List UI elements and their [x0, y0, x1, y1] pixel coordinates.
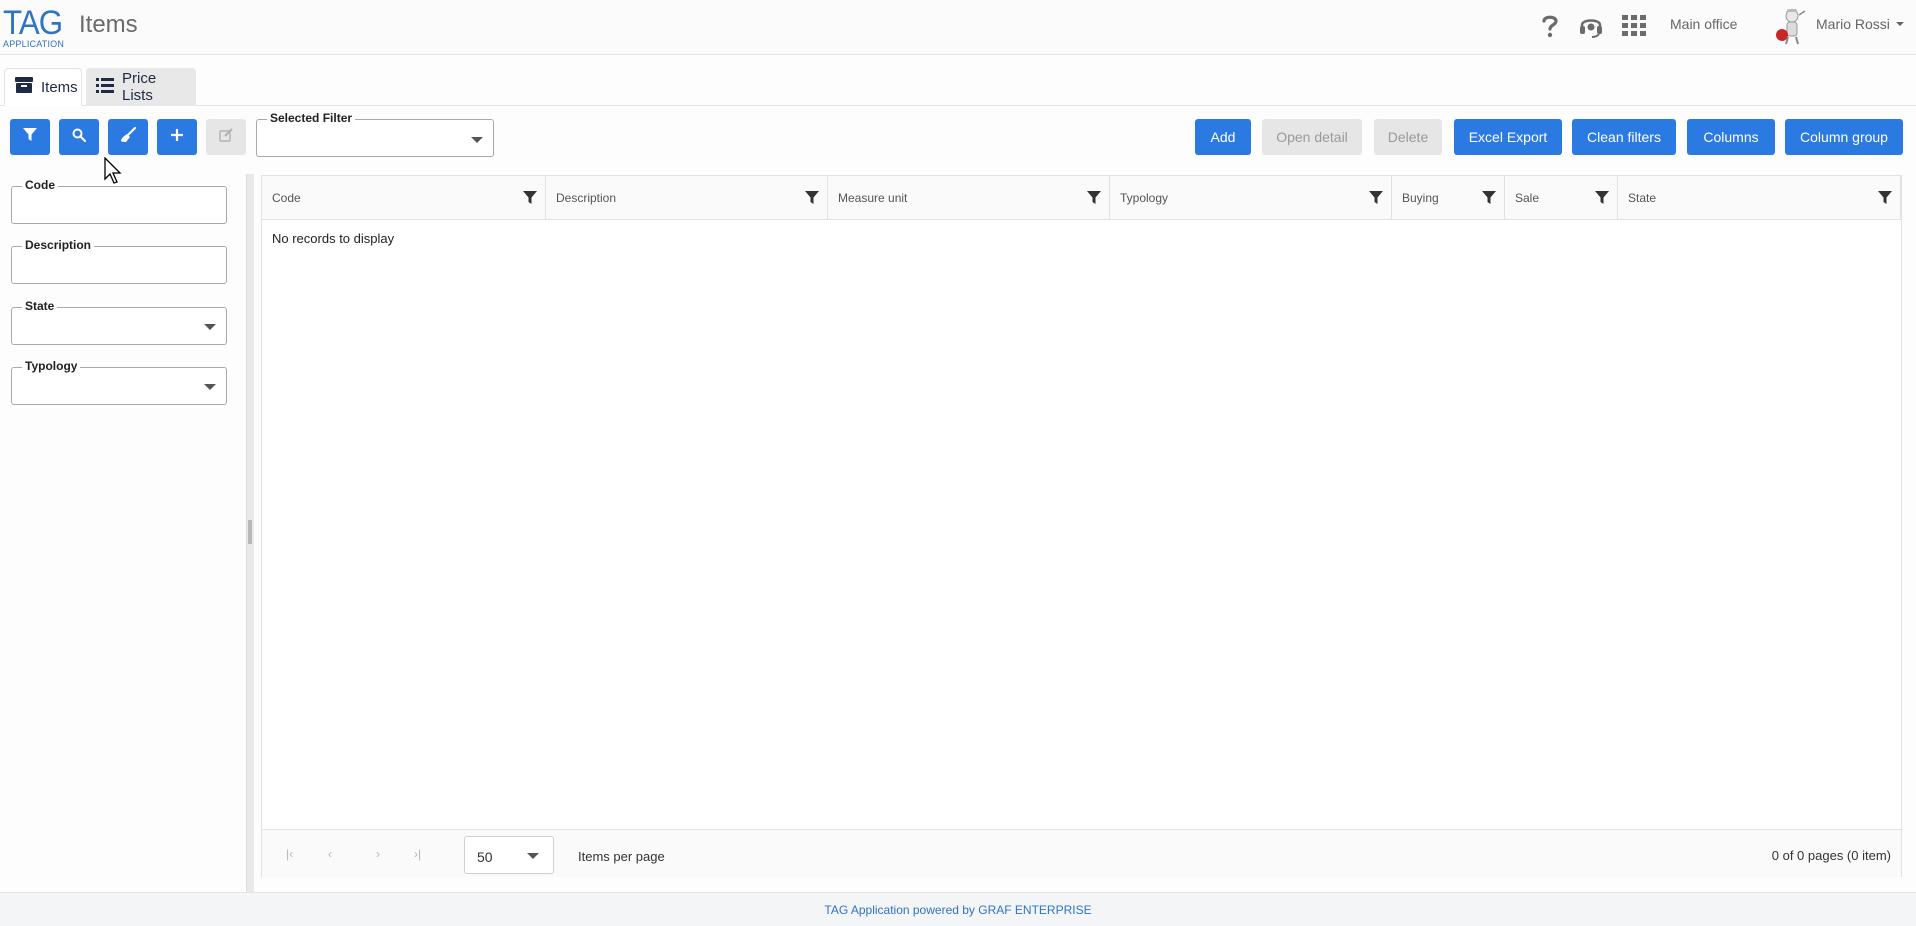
last-page-icon[interactable]: ›| [414, 847, 421, 861]
add-button[interactable]: Add [1195, 119, 1251, 155]
plus-icon [171, 128, 183, 146]
column-label: State [1628, 191, 1657, 205]
office-selector[interactable]: Main office [1670, 16, 1737, 32]
filter-icon[interactable] [523, 191, 537, 205]
next-page-icon[interactable]: › [376, 847, 380, 861]
page-info: 0 of 0 pages (0 item) [1771, 848, 1891, 863]
column-label: Sale [1515, 191, 1540, 205]
filter-icon[interactable] [1482, 191, 1496, 205]
support-headset-icon[interactable] [1577, 12, 1605, 40]
items-per-page-label: Items per page [578, 849, 665, 864]
excel-export-button[interactable]: Excel Export [1454, 119, 1562, 155]
column-header-buying[interactable]: Buying [1392, 176, 1505, 220]
typology-label: Typology [22, 359, 81, 373]
search-button[interactable] [59, 119, 99, 155]
first-page-icon[interactable]: |‹ [286, 847, 293, 861]
chevron-down-icon [527, 853, 539, 859]
user-menu[interactable]: Mario Rossi [1816, 16, 1890, 32]
previous-page-icon[interactable]: ‹ [328, 847, 332, 861]
column-label: Measure unit [838, 191, 908, 205]
app-logo[interactable]: TAG APPLICATION [3, 4, 64, 49]
pager: |‹ ‹ › ›| 50 Items per page 0 of 0 pages… [262, 829, 1901, 877]
filter-icon[interactable] [1595, 191, 1609, 205]
tab-items[interactable]: Items [4, 68, 82, 106]
avatar[interactable] [1774, 7, 1808, 45]
page-size-select[interactable]: 50 [464, 836, 554, 874]
state-select[interactable]: State [11, 299, 227, 345]
filter-icon [23, 127, 37, 147]
filter-icon[interactable] [1087, 191, 1101, 205]
column-label: Description [556, 191, 617, 205]
tab-label: Items [41, 78, 78, 96]
code-field[interactable]: Code [11, 178, 227, 224]
clean-filters-button[interactable]: Clean filters [1572, 119, 1676, 155]
tab-price-lists[interactable]: Price Lists [86, 68, 196, 106]
help-icon[interactable] [1536, 12, 1564, 40]
items-grid: Code Description Measure unit Typology B… [261, 175, 1902, 877]
chevron-down-icon[interactable] [1896, 22, 1904, 26]
search-icon [72, 128, 87, 147]
column-group-button[interactable]: Column group [1785, 119, 1903, 155]
grid-header: Code Description Measure unit Typology B… [262, 176, 1901, 220]
typology-select[interactable]: Typology [11, 359, 227, 405]
column-label: Code [272, 191, 301, 205]
state-label: State [22, 299, 58, 313]
description-label: Description [22, 238, 95, 252]
page-title: Items [79, 11, 138, 38]
app-header: TAG APPLICATION Items Main office Mario … [0, 0, 1916, 55]
page-size-value: 50 [477, 849, 493, 865]
selected-filter-dropdown[interactable]: Selected Filter [256, 111, 494, 157]
description-field[interactable]: Description [11, 238, 227, 284]
footer: TAG Application powered by GRAF ENTERPRI… [0, 892, 1916, 926]
add-filter-button[interactable] [157, 119, 197, 155]
delete-button[interactable]: Delete [1374, 119, 1442, 155]
column-label: Buying [1402, 191, 1439, 205]
chevron-down-icon [204, 324, 216, 330]
chevron-down-icon [204, 384, 216, 390]
footer-text[interactable]: TAG Application powered by GRAF ENTERPRI… [0, 903, 1916, 917]
filter-icon[interactable] [805, 191, 819, 205]
code-label: Code [22, 178, 58, 192]
apps-grid-icon[interactable] [1620, 12, 1648, 40]
column-label: Typology [1120, 191, 1169, 205]
broom-icon [120, 126, 137, 148]
edit-icon [219, 127, 233, 147]
column-header-typology[interactable]: Typology [1110, 176, 1392, 220]
clear-button[interactable] [108, 119, 148, 155]
open-detail-button[interactable]: Open detail [1262, 119, 1362, 155]
chevron-down-icon [471, 137, 483, 143]
logo-text: TAG [3, 4, 63, 42]
column-header-measure-unit[interactable]: Measure unit [828, 176, 1110, 220]
empty-message: No records to display [272, 231, 395, 246]
mouse-cursor-icon [104, 156, 124, 185]
filter-icon[interactable] [1878, 191, 1892, 205]
column-header-state[interactable]: State [1618, 176, 1901, 220]
selected-filter-label: Selected Filter [267, 111, 356, 125]
column-header-description[interactable]: Description [546, 176, 828, 220]
column-header-code[interactable]: Code [262, 176, 546, 220]
columns-button[interactable]: Columns [1687, 119, 1775, 155]
column-header-sale[interactable]: Sale [1505, 176, 1618, 220]
splitter-handle[interactable] [248, 520, 252, 544]
filter-icon[interactable] [1369, 191, 1383, 205]
list-icon [96, 77, 114, 97]
tab-label: Price Lists [122, 70, 157, 104]
filter-sidebar: Code Description State Typology [0, 174, 246, 892]
tab-bar: Items Price Lists [0, 68, 1916, 106]
edit-filter-button[interactable] [206, 119, 246, 155]
filter-toggle-button[interactable] [10, 119, 50, 155]
box-icon [15, 77, 33, 97]
